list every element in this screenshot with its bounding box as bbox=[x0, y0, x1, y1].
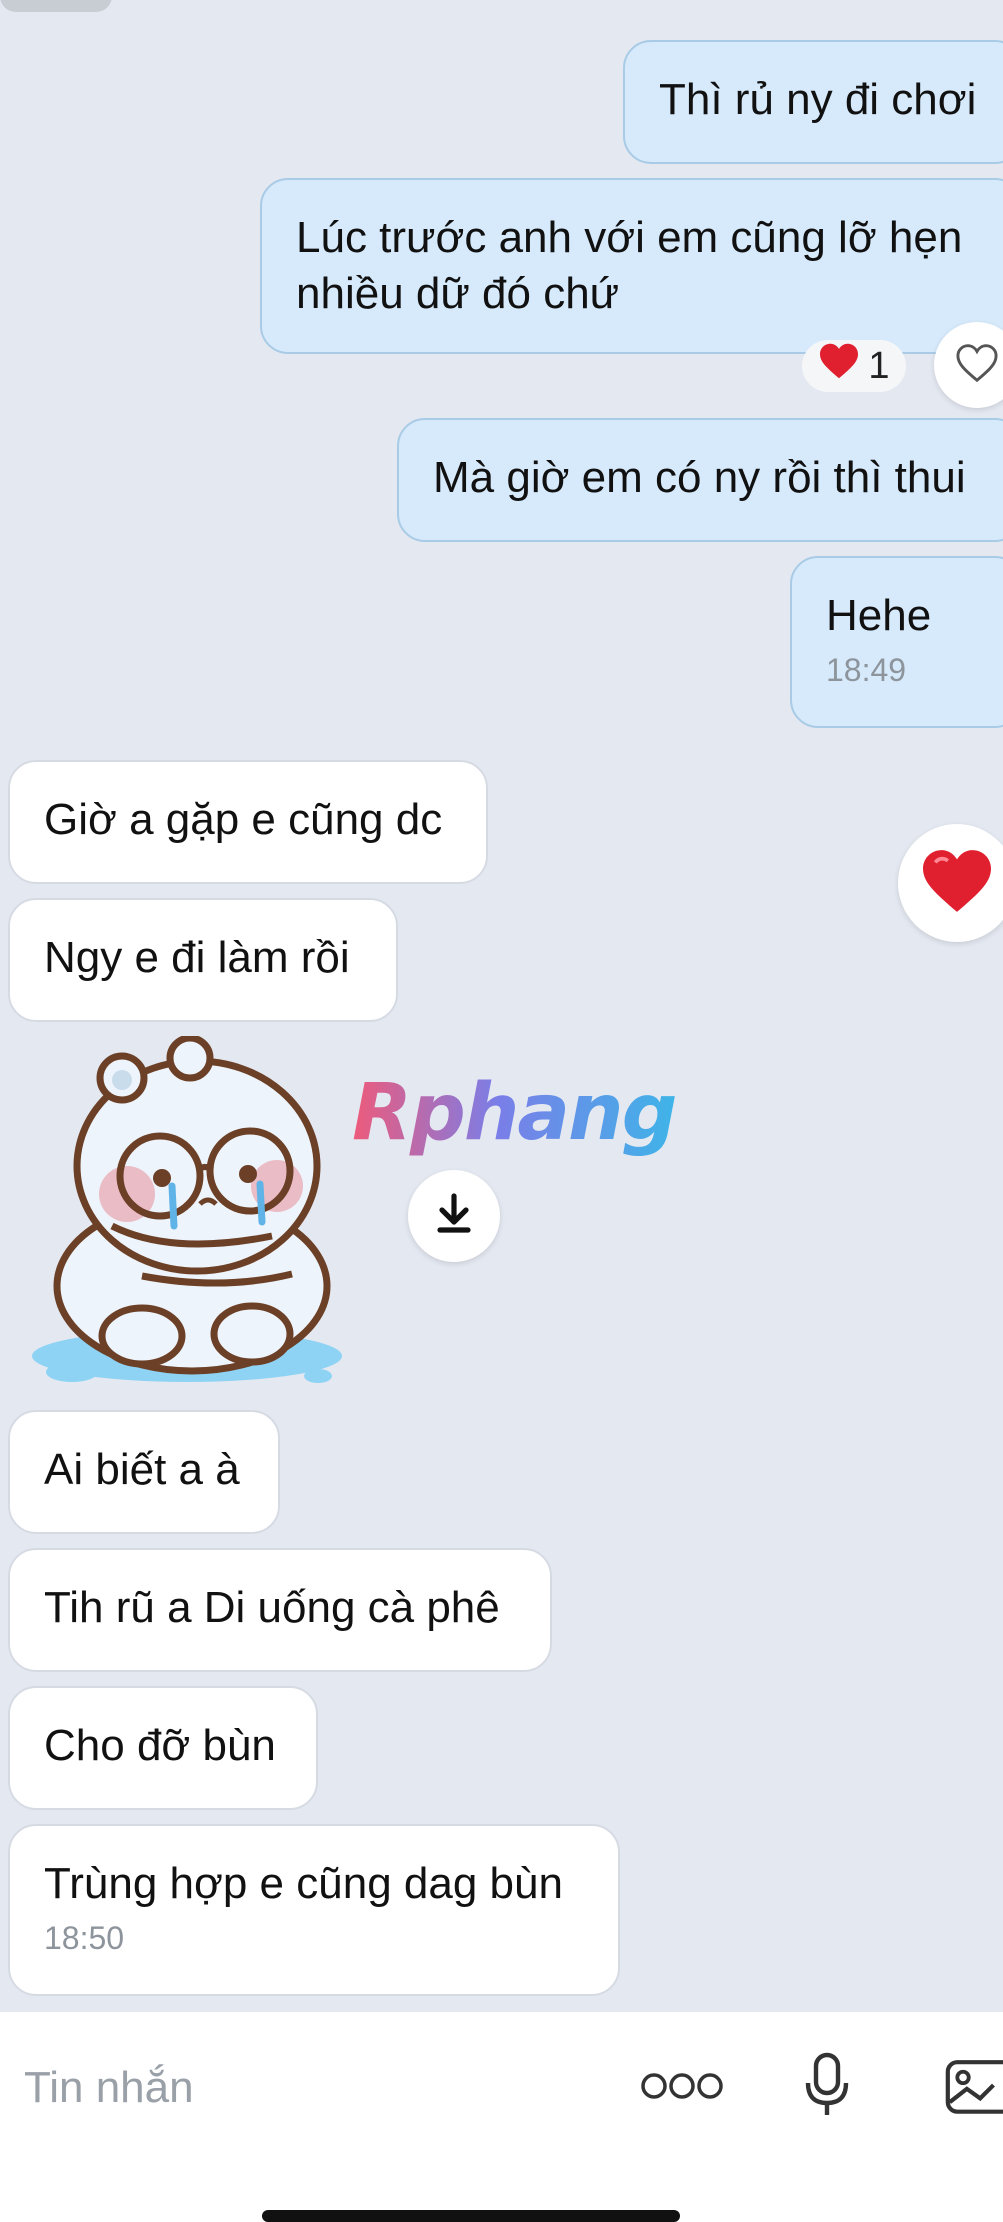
microphone-icon[interactable] bbox=[792, 2046, 862, 2126]
message-bubble-incoming[interactable]: Trùng hợp e cũng dag bùn 18:50 bbox=[8, 1824, 620, 1996]
image-icon[interactable] bbox=[944, 2048, 1003, 2124]
message-bubble-incoming[interactable]: Ai biết a à bbox=[8, 1410, 280, 1534]
message-input[interactable] bbox=[22, 2052, 586, 2124]
message-text: Tih rũ a Di uống cà phê bbox=[44, 1583, 500, 1632]
watermark-logo: Rphang bbox=[352, 1068, 677, 1158]
reaction-badge[interactable]: 1 bbox=[802, 340, 906, 392]
reaction-count: 1 bbox=[868, 344, 890, 387]
message-bubble-outgoing[interactable]: Lúc trước anh với em cũng lỡ hẹn nhiều d… bbox=[260, 178, 1003, 354]
heart-outline-icon bbox=[955, 343, 999, 388]
message-text: Mà giờ em có ny rồi thì thui bbox=[433, 453, 966, 502]
message-bubble-incoming[interactable]: Giờ a gặp e cũng dc bbox=[8, 760, 488, 884]
message-bubble-incoming[interactable]: Ngy e đi làm rồi bbox=[8, 898, 398, 1022]
message-bubble-incoming[interactable]: Tih rũ a Di uống cà phê bbox=[8, 1548, 552, 1672]
message-text: Ngy e đi làm rồi bbox=[44, 933, 350, 982]
message-time: 18:49 bbox=[826, 652, 907, 688]
more-icon[interactable] bbox=[636, 2058, 728, 2114]
message-text: Cho đỡ bùn bbox=[44, 1721, 276, 1770]
message-bubble-incoming[interactable]: Cho đỡ bùn bbox=[8, 1686, 318, 1810]
crying-bear-sticker[interactable] bbox=[22, 1034, 362, 1396]
message-text: Trùng hợp e cũng dag bùn bbox=[44, 1859, 563, 1908]
message-text: Giờ a gặp e cũng dc bbox=[44, 795, 443, 844]
heart-reaction-button[interactable] bbox=[898, 824, 1003, 942]
download-icon bbox=[434, 1192, 474, 1241]
message-bubble-outgoing[interactable]: Mà giờ em có ny rồi thì thui bbox=[397, 418, 1003, 542]
message-text: Ai biết a à bbox=[44, 1445, 240, 1494]
message-time: 18:50 bbox=[44, 1920, 125, 1956]
heart-icon bbox=[818, 342, 860, 390]
status-chip bbox=[0, 0, 112, 12]
message-bubble-outgoing[interactable]: Hehe 18:49 bbox=[790, 556, 1003, 728]
message-text: Thì rủ ny đi chơi bbox=[659, 75, 977, 124]
message-text: Hehe bbox=[826, 591, 932, 640]
home-indicator bbox=[262, 2210, 680, 2222]
heart-icon bbox=[919, 847, 995, 920]
download-sticker-button[interactable] bbox=[408, 1170, 500, 1262]
message-bubble-outgoing[interactable]: Thì rủ ny đi chơi bbox=[623, 40, 1003, 164]
message-text: Lúc trước anh với em cũng lỡ hẹn nhiều d… bbox=[296, 213, 963, 318]
